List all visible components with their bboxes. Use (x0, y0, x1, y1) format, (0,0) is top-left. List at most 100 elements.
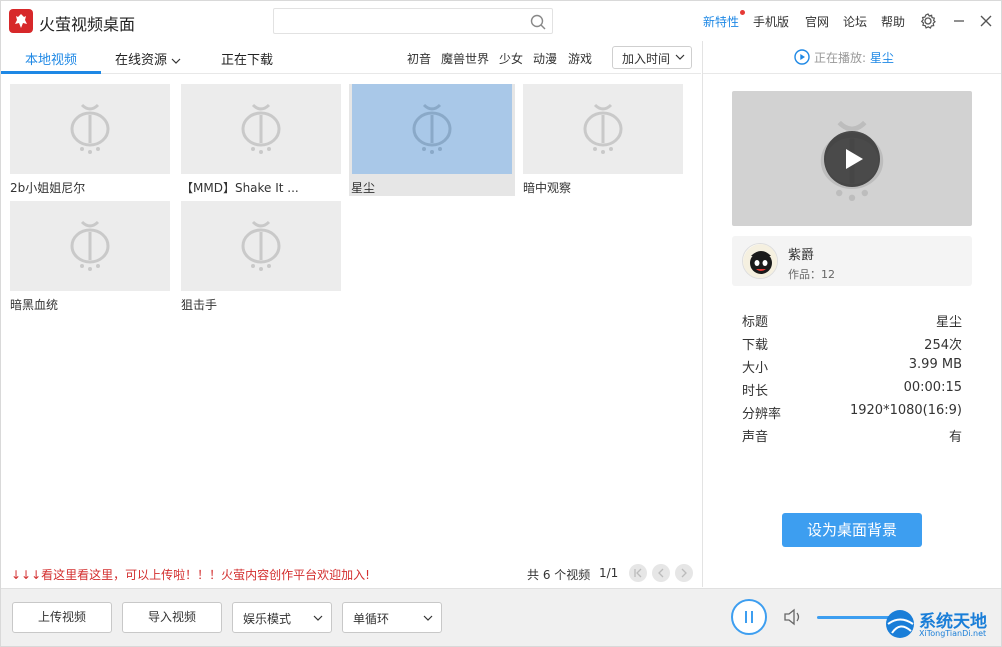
chevron-left-icon (658, 568, 664, 578)
prev-page-button[interactable] (652, 564, 670, 582)
video-grid: 2b小姐姐尼尔 【MMD】Shake It ... 星尘 暗中观察 暗黑血统 狙… (1, 74, 701, 554)
play-button[interactable] (824, 131, 880, 187)
avatar[interactable] (742, 243, 778, 279)
chevron-down-icon (313, 615, 323, 621)
info-row: 下载 254次 (742, 334, 962, 357)
search-box[interactable] (273, 8, 553, 34)
video-thumbnail (10, 201, 170, 291)
top-link-forum[interactable]: 论坛 (843, 13, 867, 30)
video-title: 【MMD】Shake It ... (181, 181, 299, 195)
tab-online-resources-label: 在线资源 (115, 53, 168, 68)
avatar-image (743, 244, 777, 278)
video-item[interactable]: 暗黑血统 (10, 201, 176, 313)
info-key: 分辨率 (742, 407, 782, 422)
tag-hatsune[interactable]: 初音 (407, 50, 431, 67)
info-key: 声音 (742, 430, 769, 445)
top-link-mobile[interactable]: 手机版 (753, 13, 789, 30)
watermark-logo: 系统天地 XiTongTianDi.net (883, 607, 1001, 645)
first-page-icon (634, 568, 642, 578)
firefly-placeholder-icon (241, 103, 281, 154)
chevron-right-icon (681, 568, 687, 578)
pause-icon (751, 611, 753, 623)
author-works-count: 作品：12 (788, 268, 835, 281)
video-preview[interactable] (732, 91, 972, 226)
info-row: 声音 有 (742, 426, 962, 449)
play-circle-icon (794, 49, 810, 65)
info-row: 分辨率 1920*1080(16:9) (742, 403, 962, 426)
info-value: 254次 (924, 338, 962, 353)
new-badge-dot (740, 10, 745, 15)
info-key: 标题 (742, 315, 769, 330)
firefly-placeholder-icon (241, 220, 281, 271)
tag-games[interactable]: 游戏 (568, 50, 592, 67)
firefly-placeholder-icon (70, 220, 110, 271)
upload-notice-link[interactable]: ↓↓↓看这里看这里，可以上传啦！！！火萤内容创作平台欢迎加入! (11, 566, 370, 583)
info-value: 00:00:15 (903, 380, 962, 395)
info-value: 星尘 (935, 315, 962, 330)
minimize-icon[interactable] (949, 11, 969, 31)
video-thumbnail (181, 201, 341, 291)
search-input[interactable] (280, 12, 520, 30)
video-title: 暗中观察 (523, 181, 572, 195)
tag-warcraft[interactable]: 魔兽世界 (441, 50, 489, 67)
close-icon[interactable] (976, 11, 996, 31)
first-page-button[interactable] (629, 564, 647, 582)
author-name[interactable]: 紫爵 (788, 244, 814, 263)
tab-downloading[interactable]: 正在下载 (221, 49, 273, 68)
video-thumbnail (523, 84, 683, 174)
settings-gear-icon[interactable] (918, 11, 938, 31)
video-count: 共 6 个视频 (527, 568, 591, 582)
pause-icon (745, 611, 747, 623)
import-video-button[interactable]: 导入视频 (122, 602, 222, 633)
video-item[interactable]: 暗中观察 (523, 84, 689, 196)
sort-select[interactable]: 加入时间 (612, 46, 692, 69)
page-indicator: 1/1 (599, 566, 619, 580)
info-row: 时长 00:00:15 (742, 380, 962, 403)
video-item[interactable]: 狙击手 (181, 201, 347, 313)
chevron-down-icon (675, 54, 685, 60)
top-link-website[interactable]: 官网 (805, 13, 829, 30)
video-title: 2b小姐姐尼尔 (10, 181, 86, 195)
author-card[interactable]: 紫爵 作品：12 (732, 236, 972, 286)
next-page-button[interactable] (675, 564, 693, 582)
video-title: 暗黑血统 (10, 298, 59, 312)
tab-online-resources[interactable]: 在线资源 (115, 49, 181, 68)
top-link-new-features[interactable]: 新特性 (703, 13, 739, 30)
video-item[interactable]: 【MMD】Shake It ... (181, 84, 347, 196)
tag-girls[interactable]: 少女 (499, 50, 523, 67)
pause-button[interactable] (731, 599, 767, 635)
video-item-selected[interactable]: 星尘 (349, 84, 515, 196)
volume-icon[interactable] (783, 608, 805, 626)
watermark-globe-icon (886, 610, 914, 638)
info-row: 大小 3.99 MB (742, 357, 962, 380)
set-desktop-background-button[interactable]: 设为桌面背景 (782, 513, 922, 547)
video-info-table: 标题 星尘 下载 254次 大小 3.99 MB 时长 00:00:15 分辨率 1920… (742, 311, 962, 449)
tab-local-videos[interactable]: 本地视频 (25, 49, 77, 68)
search-icon[interactable] (529, 13, 547, 31)
chevron-down-icon (171, 58, 181, 64)
tag-anime[interactable]: 动漫 (533, 50, 557, 67)
now-playing-title[interactable]: 星尘 (870, 51, 894, 65)
info-key: 下载 (742, 338, 769, 353)
upload-video-button[interactable]: 上传视频 (12, 602, 112, 633)
video-title: 星尘 (351, 181, 376, 195)
info-row: 标题 星尘 (742, 311, 962, 334)
now-playing-info: 正在播放: 星尘 (794, 49, 894, 66)
panel-divider (702, 41, 703, 587)
title-bar: 火萤视频桌面 新特性 手机版 官网 论坛 帮助 (1, 1, 1001, 41)
watermark-url: XiTongTianDi.net (919, 629, 987, 638)
info-key: 时长 (742, 384, 769, 399)
app-window: 火萤视频桌面 新特性 手机版 官网 论坛 帮助 本地视频 在线资源 正在下载 初… (0, 0, 1002, 647)
video-item[interactable]: 2b小姐姐尼尔 (10, 84, 176, 196)
firefly-placeholder-icon (70, 103, 110, 154)
info-value: 3.99 MB (908, 357, 962, 372)
top-link-help[interactable]: 帮助 (881, 13, 905, 30)
firefly-placeholder-icon (583, 103, 623, 154)
loop-select[interactable]: 单循环 (342, 602, 442, 633)
play-icon (846, 149, 863, 169)
tab-bar: 本地视频 在线资源 正在下载 初音 魔兽世界 少女 动漫 游戏 加入时间 (1, 41, 701, 74)
mode-select[interactable]: 娱乐模式 (232, 602, 332, 633)
chevron-down-icon (423, 615, 433, 621)
video-thumbnail (352, 84, 512, 174)
info-value: 1920*1080(16:9) (849, 403, 962, 418)
